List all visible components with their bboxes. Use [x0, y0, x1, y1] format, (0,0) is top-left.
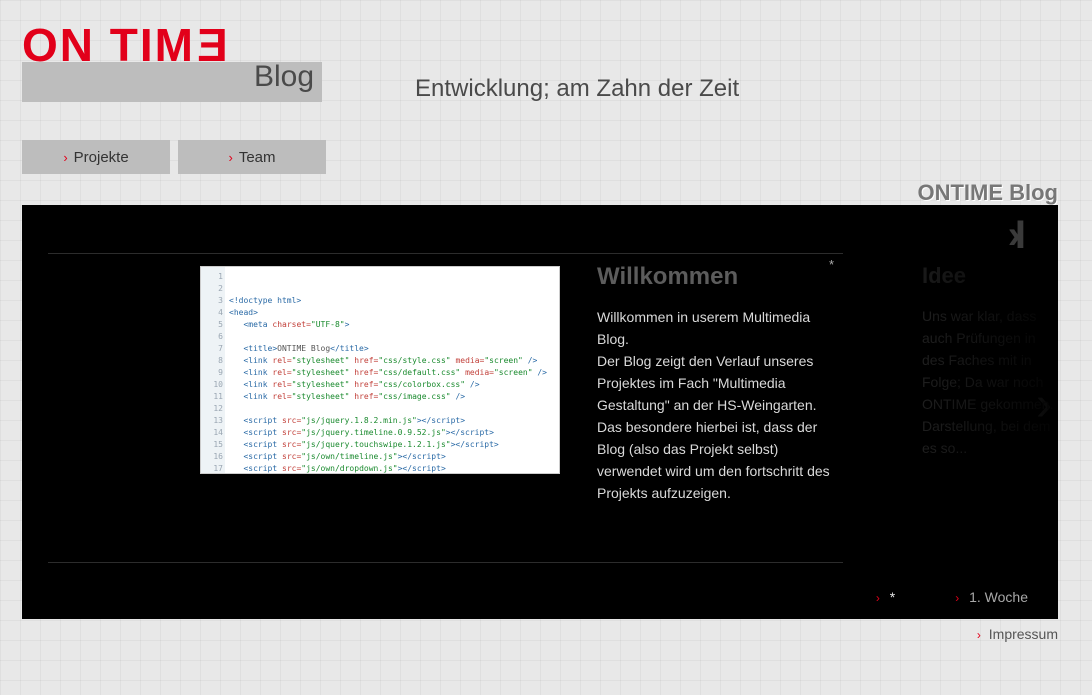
timeline-item-week1[interactable]: › 1. Woche — [955, 589, 1028, 605]
brand-right-label: ONTIME Blog — [917, 180, 1058, 206]
logo[interactable]: ON TIME — [22, 22, 228, 68]
slide-content: 1 2 3 4 5 6 7 8 9 10 11 12 13 14 15 16 1… — [48, 253, 843, 563]
code-screenshot: 1 2 3 4 5 6 7 8 9 10 11 12 13 14 15 16 1… — [200, 266, 560, 474]
logo-text-2: E — [195, 22, 228, 68]
fade-overlay — [922, 265, 1058, 565]
article-title: Willkommen — [597, 266, 837, 288]
nav-projekte[interactable]: › Projekte — [22, 140, 170, 174]
last-slide-icon[interactable]: ›I — [1008, 213, 1020, 258]
chevron-icon: › — [876, 591, 880, 605]
nav-projekte-label: Projekte — [74, 149, 129, 166]
code-line-numbers: 1 2 3 4 5 6 7 8 9 10 11 12 13 14 15 16 1… — [203, 271, 223, 474]
chevron-icon: › — [228, 150, 232, 165]
chevron-icon: › — [977, 628, 981, 642]
logo-text-1: ON TIM — [22, 19, 195, 71]
article: Willkommen Willkommen in userem Multimed… — [597, 266, 837, 504]
chevron-icon: › — [955, 591, 959, 605]
timeline-label-1: 1. Woche — [969, 589, 1028, 605]
next-slide-preview: Idee Uns war klar, dass auch Prüfungen i… — [922, 265, 1058, 565]
article-body: Willkommen in userem Multimedia Blog. De… — [597, 306, 837, 504]
blog-label: Blog — [254, 60, 314, 94]
nav-team-label: Team — [239, 149, 276, 166]
impressum-link[interactable]: › Impressum — [977, 626, 1058, 642]
impressum-label: Impressum — [989, 626, 1058, 642]
main-nav: › Projekte › Team — [22, 140, 326, 174]
timeline-nav: › * › 1. Woche — [22, 589, 1058, 605]
timeline-label-0: * — [890, 589, 895, 605]
slider-panel: ›I › * 1 2 3 4 5 6 7 8 9 10 11 12 13 14 … — [22, 205, 1058, 619]
timeline-item-current[interactable]: › * — [876, 589, 895, 605]
chevron-icon: › — [63, 150, 67, 165]
tagline: Entwicklung; am Zahn der Zeit — [415, 75, 739, 103]
nav-team[interactable]: › Team — [178, 140, 326, 174]
